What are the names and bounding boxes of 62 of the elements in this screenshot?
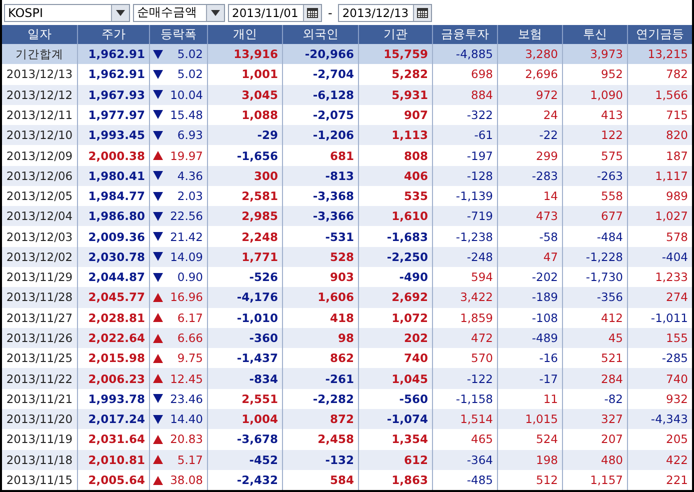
table-cell: 1,157: [563, 470, 628, 490]
table-cell-text: 932: [665, 390, 689, 408]
date-range-separator: -: [327, 6, 334, 20]
change-value: 16.96: [170, 290, 203, 304]
change-value: 5.02: [177, 67, 203, 82]
change-value: 12.45: [170, 372, 203, 386]
change-value: 6.17: [177, 310, 203, 325]
table-cell-text: 155: [665, 330, 689, 348]
table-cell-text: 205: [665, 431, 689, 448]
market-select[interactable]: KOSPI: [4, 4, 130, 22]
table-cell-text: 187: [665, 148, 689, 164]
table-cell: -2,432: [208, 470, 283, 490]
table-cell-text: -404: [660, 248, 689, 266]
table-cell-text: 740: [665, 370, 689, 388]
table-cell-text: 989: [665, 188, 689, 206]
change-value: 23.46: [170, 392, 203, 406]
table-cell: 512: [498, 470, 563, 490]
date-cell: 2013/11/15: [2, 470, 78, 490]
table-cell-text: 782: [665, 66, 689, 84]
table-cell-text: 274: [665, 289, 689, 306]
change-value: 14.40: [170, 412, 203, 426]
table-cell-text: 578: [665, 228, 689, 246]
end-date-field[interactable]: 2013/12/13: [338, 4, 432, 22]
table-cell-text: 1,117: [654, 168, 689, 185]
change-value: 22.56: [170, 209, 203, 224]
change-value: 4.36: [177, 168, 203, 183]
table-cell-text: -285: [660, 350, 689, 368]
start-date-field[interactable]: 2013/11/01: [228, 4, 322, 22]
metric-select[interactable]: 순매수금액: [133, 4, 225, 22]
change-value: 2.03: [177, 189, 203, 204]
calendar-icon: [417, 8, 428, 18]
change-value: 38.08: [170, 473, 203, 487]
change-value: 15.48: [170, 108, 203, 122]
table-cell-text: 820: [665, 127, 689, 144]
table-cell-text: 221: [665, 472, 689, 489]
table-cell-text: 1,233: [654, 269, 689, 286]
table-cell-text: 13,215: [646, 46, 689, 64]
table-cell: -485: [433, 470, 498, 490]
table-cell-text: -1,011: [650, 310, 689, 327]
change-value: 6.66: [177, 331, 203, 346]
table-cell-text: 1,027: [654, 208, 689, 226]
change-value: 20.83: [170, 432, 203, 446]
change-value: 9.75: [177, 351, 203, 366]
change-value: 0.90: [177, 270, 203, 284]
change-value: 10.04: [170, 88, 203, 102]
price-cell: 2,005.64: [78, 470, 150, 490]
change-value: 21.42: [170, 230, 203, 244]
change-value: 5.02: [177, 47, 203, 62]
calendar-icon: [307, 8, 318, 18]
change-value: 5.17: [177, 452, 203, 467]
table-cell-text: 422: [665, 452, 689, 469]
change-value: 14.09: [170, 250, 203, 264]
change-value: 6.93: [177, 128, 203, 142]
table-cell: 1,863: [359, 470, 433, 490]
dropdown-caret-icon: [116, 10, 125, 16]
change-value: 19.97: [170, 148, 203, 162]
dropdown-caret-icon: [211, 10, 220, 16]
table-cell-text: 715: [665, 106, 689, 124]
table-cell: 584: [283, 470, 359, 490]
column-header[interactable]: 연기금등: [628, 24, 692, 44]
table-cell-text: 1,566: [654, 86, 689, 104]
table-cell-text: -4,343: [650, 411, 689, 428]
